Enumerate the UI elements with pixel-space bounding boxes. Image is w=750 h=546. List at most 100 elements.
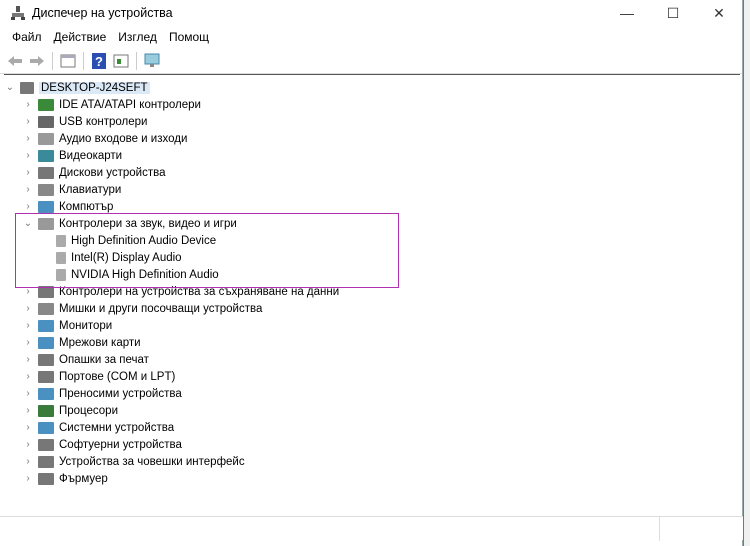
tree-item-label: Системни устройства (59, 421, 175, 434)
chevron-right-icon[interactable]: › (22, 473, 34, 484)
speaker-icon (56, 251, 66, 264)
minimize-button[interactable]: — (604, 0, 650, 26)
tree-item[interactable]: › Опашки за печат (4, 351, 740, 368)
tree-item[interactable]: › Компютър (4, 198, 740, 215)
tree-item[interactable]: › Аудио входове и изходи (4, 130, 740, 147)
chevron-right-icon[interactable]: › (22, 184, 34, 195)
chevron-right-icon[interactable]: › (22, 320, 34, 331)
device-tree[interactable]: ⌄ DESKTOP-J24SEFT › IDE ATA/ATAPI контрол… (4, 74, 740, 514)
back-icon[interactable] (6, 52, 24, 70)
chevron-right-icon[interactable]: › (22, 456, 34, 467)
chevron-right-icon[interactable]: › (22, 201, 34, 212)
tree-item[interactable]: › Дискови устройства (4, 164, 740, 181)
chevron-right-icon[interactable]: › (22, 99, 34, 110)
chevron-down-icon[interactable]: ⌄ (22, 218, 34, 229)
monitor-icon (38, 319, 54, 332)
tree-child-item[interactable]: High Definition Audio Device (4, 232, 740, 249)
tree-item[interactable]: › Контролери на устройства за съхраняване… (4, 283, 740, 300)
forward-icon[interactable] (28, 52, 46, 70)
menu-file[interactable]: Файл (6, 30, 48, 44)
properties-icon[interactable] (59, 52, 77, 70)
tree-child-label: High Definition Audio Device (71, 234, 217, 247)
chevron-right-icon[interactable]: › (22, 133, 34, 144)
tree-item[interactable]: › USB контролери (4, 113, 740, 130)
status-bar (0, 516, 743, 541)
menu-bar: Файл Действие Изглед Помощ (0, 26, 742, 48)
storage-icon (38, 285, 54, 298)
chevron-right-icon[interactable]: › (22, 371, 34, 382)
menu-view[interactable]: Изглед (112, 30, 163, 44)
menu-help[interactable]: Помощ (163, 30, 215, 44)
chevron-right-icon[interactable]: › (22, 167, 34, 178)
tree-item[interactable]: › Системни устройства (4, 419, 740, 436)
port-icon (38, 370, 54, 383)
toolbar-separator (52, 51, 53, 70)
usb-icon (38, 115, 54, 128)
network-icon (38, 336, 54, 349)
tree-item[interactable]: ⌄ Контролери за звук, видео и игри (4, 215, 740, 232)
tree-item-label: Преносими устройства (59, 387, 182, 400)
tree-item[interactable]: › Портове (COM и LPT) (4, 368, 740, 385)
speaker-icon (56, 234, 66, 247)
tree-item-label: Видеокарти (59, 149, 123, 162)
chevron-right-icon[interactable]: › (22, 303, 34, 314)
hid-icon (38, 455, 54, 468)
device-manager-icon (11, 6, 25, 20)
tree-item[interactable]: › Мишки и други посочващи устройства (4, 300, 740, 317)
tree-item-label: Фърмуер (59, 472, 108, 485)
tree-item[interactable]: › Клавиатури (4, 181, 740, 198)
title-bar: Диспечер на устройства — ☐ ✕ (0, 0, 742, 26)
tree-item[interactable]: › Мрежови карти (4, 334, 740, 351)
tree-item[interactable]: › Устройства за човешки интерфейс (4, 453, 740, 470)
disk-icon (38, 166, 54, 179)
background-window (743, 0, 750, 546)
tree-item-label: USB контролери (59, 115, 148, 128)
tree-item[interactable]: › Преносими устройства (4, 385, 740, 402)
tree-root[interactable]: ⌄ DESKTOP-J24SEFT (4, 79, 740, 96)
chevron-down-icon[interactable]: ⌄ (4, 82, 16, 93)
help-icon[interactable]: ? (90, 52, 108, 70)
chevron-right-icon[interactable]: › (22, 286, 34, 297)
tree-child-label: NVIDIA High Definition Audio (71, 268, 219, 281)
menu-action[interactable]: Действие (48, 30, 113, 44)
tree-item[interactable]: › Видеокарти (4, 147, 740, 164)
chevron-right-icon[interactable]: › (22, 405, 34, 416)
chevron-right-icon[interactable]: › (22, 337, 34, 348)
tree-item-label: Портове (COM и LPT) (59, 370, 176, 383)
speaker-icon (38, 132, 54, 145)
close-button[interactable]: ✕ (696, 0, 742, 26)
tree-item[interactable]: › Фърмуер (4, 470, 740, 487)
chevron-right-icon[interactable]: › (22, 150, 34, 161)
toolbar: ? (0, 48, 742, 74)
tree-item[interactable]: › Софтуерни устройства (4, 436, 740, 453)
monitor-icon[interactable] (143, 52, 161, 70)
svg-text:?: ? (95, 54, 103, 69)
view-icon[interactable] (112, 52, 130, 70)
tree-item-label: Аудио входове и изходи (59, 132, 188, 145)
tree-child-item[interactable]: Intel(R) Display Audio (4, 249, 740, 266)
tree-item[interactable]: › IDE ATA/ATAPI контролери (4, 96, 740, 113)
computer-icon (20, 81, 34, 94)
display-adapter-icon (38, 149, 54, 162)
tree-item[interactable]: › Процесори (4, 402, 740, 419)
window-title: Диспечер на устройства (32, 6, 173, 20)
tree-item[interactable]: › Монитори (4, 317, 740, 334)
root-label: DESKTOP-J24SEFT (39, 81, 150, 94)
chevron-right-icon[interactable]: › (22, 422, 34, 433)
chevron-right-icon[interactable]: › (22, 388, 34, 399)
chevron-right-icon[interactable]: › (22, 116, 34, 127)
chevron-right-icon[interactable]: › (22, 439, 34, 450)
tree-item-label: Устройства за човешки интерфейс (59, 455, 245, 468)
speaker-icon (38, 217, 54, 230)
keyboard-icon (38, 183, 54, 196)
tree-item-label: Процесори (59, 404, 119, 417)
ide-icon (38, 98, 54, 111)
tree-item-label: Опашки за печат (59, 353, 149, 366)
tree-item-label: Софтуерни устройства (59, 438, 182, 451)
tree-item-label: Дискови устройства (59, 166, 166, 179)
tree-child-item[interactable]: NVIDIA High Definition Audio (4, 266, 740, 283)
tree-item-label: Контролери на устройства за съхраняване … (59, 285, 340, 298)
chevron-right-icon[interactable]: › (22, 354, 34, 365)
tree-item-label: Клавиатури (59, 183, 122, 196)
maximize-button[interactable]: ☐ (650, 0, 696, 26)
